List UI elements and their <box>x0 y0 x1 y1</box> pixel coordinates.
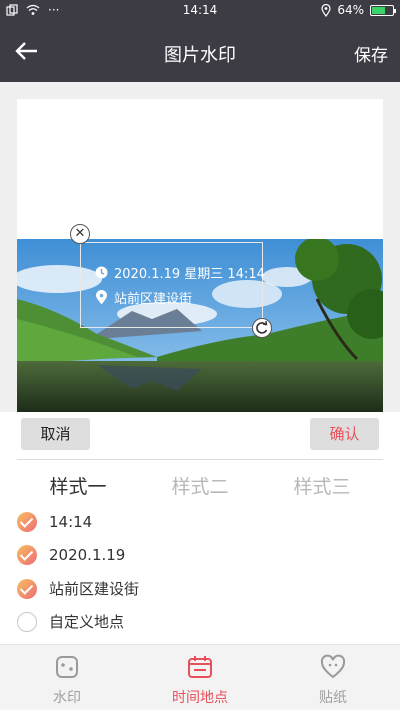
watermark-datetime-row: 2020.1.19 星期三 14:14 <box>95 263 265 282</box>
option-date[interactable]: 2020.1.19 <box>17 545 125 565</box>
nav-sticker[interactable]: 贴纸 <box>273 653 393 707</box>
status-bar: ··· 14:14 64% <box>0 0 400 22</box>
checkbox-checked-icon[interactable] <box>17 545 37 565</box>
cancel-button[interactable]: 取消 <box>21 418 90 450</box>
nav-label: 时间地点 <box>172 690 228 706</box>
watermark-datetime: 2020.1.19 星期三 14:14 <box>114 267 265 282</box>
top-bar: 图片水印 保存 <box>0 22 400 82</box>
photo-canvas: 2020.1.19 星期三 14:14 站前区建设街 ✕ <box>17 99 383 412</box>
option-label: 2020.1.19 <box>49 546 126 564</box>
battery-fill <box>372 6 385 14</box>
tab-style-three[interactable]: 样式三 <box>272 472 372 499</box>
close-icon[interactable]: ✕ <box>70 224 90 244</box>
option-label: 自定义地点 <box>49 613 125 631</box>
option-custom-location[interactable]: 自定义地点 <box>17 611 124 632</box>
nav-label: 水印 <box>53 690 81 706</box>
rotate-icon[interactable] <box>252 318 272 338</box>
status-icons-right: 64% <box>321 3 396 17</box>
divider <box>17 459 383 460</box>
option-time[interactable]: 14:14 <box>17 512 92 532</box>
nav-watermark[interactable]: 水印 <box>7 653 127 707</box>
location-pin-icon <box>321 3 331 17</box>
option-label: 14:14 <box>49 513 93 531</box>
checkbox-checked-icon[interactable] <box>17 578 37 599</box>
bottom-nav: 水印 时间地点 贴纸 <box>0 644 400 710</box>
preview-area: 2020.1.19 星期三 14:14 站前区建设街 ✕ <box>0 82 400 412</box>
confirm-button[interactable]: 确认 <box>310 418 379 450</box>
watermark-frame[interactable]: 2020.1.19 星期三 14:14 站前区建设街 <box>80 242 265 328</box>
location-pin-icon <box>96 290 107 305</box>
watermark-icon <box>56 656 78 678</box>
page-title: 图片水印 <box>164 45 236 66</box>
save-button[interactable]: 保存 <box>354 41 388 66</box>
watermark-location: 站前区建设街 <box>114 292 193 307</box>
tab-style-two[interactable]: 样式二 <box>150 472 250 499</box>
battery-percent: 64% <box>337 3 364 17</box>
clock-icon <box>95 266 108 279</box>
nav-time-location[interactable]: 时间地点 <box>140 653 260 707</box>
option-location[interactable]: 站前区建设街 <box>17 578 139 599</box>
checkbox-unchecked-icon[interactable] <box>17 611 37 632</box>
nav-label: 贴纸 <box>319 690 347 706</box>
calendar-icon <box>188 656 212 678</box>
option-label: 站前区建设街 <box>49 580 140 598</box>
checkbox-checked-icon[interactable] <box>17 512 37 532</box>
heart-sticker-icon <box>320 654 346 679</box>
battery-icon <box>370 4 396 16</box>
watermark-location-row: 站前区建设街 <box>95 288 192 307</box>
tab-style-one[interactable]: 样式一 <box>28 472 128 499</box>
